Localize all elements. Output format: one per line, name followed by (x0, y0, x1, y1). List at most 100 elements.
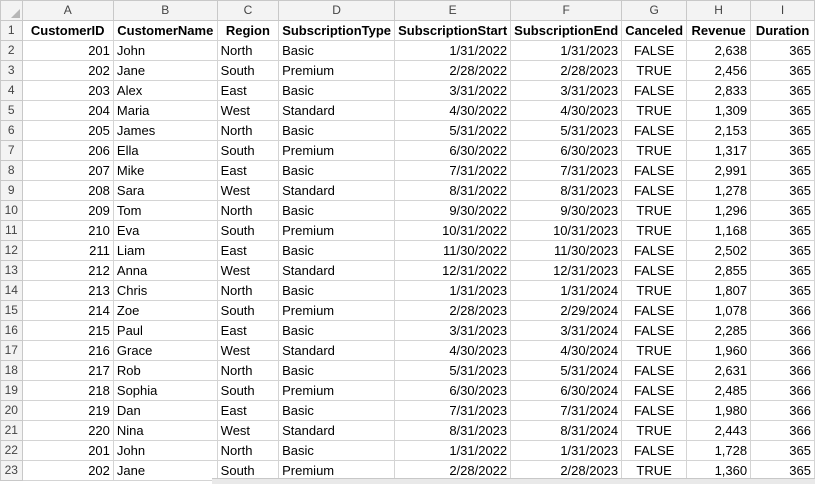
data-cell[interactable]: 365 (750, 140, 815, 161)
data-cell[interactable]: Standard (278, 100, 396, 121)
header-cell[interactable]: CustomerName (112, 20, 218, 41)
data-cell[interactable]: South (216, 380, 280, 401)
row-header[interactable]: 11 (0, 220, 23, 241)
data-cell[interactable]: South (216, 220, 280, 241)
data-cell[interactable]: 215 (21, 320, 114, 341)
data-cell[interactable]: 9/30/2022 (394, 200, 512, 221)
column-header[interactable]: D (278, 0, 396, 21)
data-cell[interactable]: 205 (21, 120, 114, 141)
data-cell[interactable]: TRUE (621, 280, 688, 301)
data-cell[interactable]: 1,296 (686, 200, 752, 221)
column-header[interactable]: B (112, 0, 218, 21)
data-cell[interactable]: Basic (278, 40, 396, 61)
data-cell[interactable]: TRUE (621, 340, 688, 361)
data-cell[interactable]: 1,807 (686, 280, 752, 301)
data-cell[interactable]: Nina (112, 420, 218, 441)
data-cell[interactable]: 6/30/2024 (510, 380, 623, 401)
data-cell[interactable]: 203 (21, 80, 114, 101)
data-cell[interactable]: 365 (750, 260, 815, 281)
data-cell[interactable]: Basic (278, 200, 396, 221)
data-cell[interactable]: 365 (750, 60, 815, 81)
data-cell[interactable]: FALSE (621, 240, 688, 261)
data-cell[interactable]: 365 (750, 200, 815, 221)
data-cell[interactable]: West (216, 420, 280, 441)
data-cell[interactable]: East (216, 80, 280, 101)
data-cell[interactable]: 1/31/2023 (510, 40, 623, 61)
data-cell[interactable]: 365 (750, 160, 815, 181)
row-header[interactable]: 23 (0, 460, 23, 481)
data-cell[interactable]: Basic (278, 80, 396, 101)
data-cell[interactable]: Standard (278, 340, 396, 361)
data-cell[interactable]: 202 (21, 460, 114, 481)
data-cell[interactable]: Standard (278, 420, 396, 441)
row-header[interactable]: 10 (0, 200, 23, 221)
data-cell[interactable]: Premium (278, 60, 396, 81)
data-cell[interactable]: 1,728 (686, 440, 752, 461)
data-cell[interactable]: Ella (112, 140, 218, 161)
data-cell[interactable]: FALSE (621, 360, 688, 381)
data-cell[interactable]: 4/30/2022 (394, 100, 512, 121)
data-cell[interactable]: 7/31/2024 (510, 400, 623, 421)
data-cell[interactable]: 2,456 (686, 60, 752, 81)
data-cell[interactable]: 2/28/2023 (394, 300, 512, 321)
header-cell[interactable]: Canceled (621, 20, 688, 41)
data-cell[interactable]: 3/31/2023 (510, 80, 623, 101)
data-cell[interactable]: East (216, 240, 280, 261)
row-header[interactable]: 20 (0, 400, 23, 421)
data-cell[interactable]: FALSE (621, 80, 688, 101)
data-cell[interactable]: 2,855 (686, 260, 752, 281)
row-header[interactable]: 8 (0, 160, 23, 181)
data-cell[interactable]: Standard (278, 180, 396, 201)
data-cell[interactable]: Basic (278, 360, 396, 381)
data-cell[interactable]: West (216, 340, 280, 361)
data-cell[interactable]: 1,309 (686, 100, 752, 121)
data-cell[interactable]: 2,833 (686, 80, 752, 101)
data-cell[interactable]: 201 (21, 440, 114, 461)
data-cell[interactable]: 5/31/2022 (394, 120, 512, 141)
data-cell[interactable]: 219 (21, 400, 114, 421)
data-cell[interactable]: Basic (278, 280, 396, 301)
data-cell[interactable]: 4/30/2023 (394, 340, 512, 361)
data-cell[interactable]: 1/31/2022 (394, 440, 512, 461)
data-cell[interactable]: 366 (750, 380, 815, 401)
column-header[interactable]: H (686, 0, 752, 21)
data-cell[interactable]: 202 (21, 60, 114, 81)
data-cell[interactable]: 204 (21, 100, 114, 121)
data-cell[interactable]: FALSE (621, 320, 688, 341)
data-cell[interactable]: 10/31/2023 (510, 220, 623, 241)
data-cell[interactable]: Sara (112, 180, 218, 201)
header-cell[interactable]: Duration (750, 20, 815, 41)
row-header[interactable]: 15 (0, 300, 23, 321)
data-cell[interactable]: Basic (278, 320, 396, 341)
data-cell[interactable]: 365 (750, 240, 815, 261)
data-cell[interactable]: 1,078 (686, 300, 752, 321)
data-cell[interactable]: 1/31/2024 (510, 280, 623, 301)
data-cell[interactable]: 7/31/2023 (510, 160, 623, 181)
data-cell[interactable]: North (216, 120, 280, 141)
row-header[interactable]: 7 (0, 140, 23, 161)
data-cell[interactable]: 5/31/2023 (394, 360, 512, 381)
horizontal-scrollbar[interactable] (212, 478, 815, 484)
header-cell[interactable]: SubscriptionStart (394, 20, 512, 41)
data-cell[interactable]: 11/30/2022 (394, 240, 512, 261)
data-cell[interactable]: 8/31/2022 (394, 180, 512, 201)
data-cell[interactable]: Basic (278, 400, 396, 421)
data-cell[interactable]: FALSE (621, 180, 688, 201)
data-cell[interactable]: North (216, 360, 280, 381)
data-cell[interactable]: 365 (750, 40, 815, 61)
data-cell[interactable]: 206 (21, 140, 114, 161)
data-cell[interactable]: 12/31/2023 (510, 260, 623, 281)
row-header[interactable]: 22 (0, 440, 23, 461)
data-cell[interactable]: 366 (750, 320, 815, 341)
data-cell[interactable]: 210 (21, 220, 114, 241)
data-cell[interactable]: 2,638 (686, 40, 752, 61)
row-header[interactable]: 12 (0, 240, 23, 261)
data-cell[interactable]: 6/30/2023 (394, 380, 512, 401)
data-cell[interactable]: FALSE (621, 440, 688, 461)
data-cell[interactable]: 365 (750, 220, 815, 241)
data-cell[interactable]: North (216, 200, 280, 221)
data-cell[interactable]: 207 (21, 160, 114, 181)
data-cell[interactable]: FALSE (621, 120, 688, 141)
data-cell[interactable]: 2/28/2023 (510, 60, 623, 81)
data-cell[interactable]: FALSE (621, 380, 688, 401)
